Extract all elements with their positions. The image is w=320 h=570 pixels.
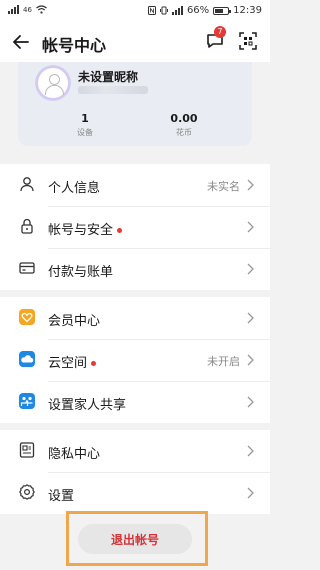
lock-icon: [21, 218, 33, 234]
menu-item-label: 设置家人共享: [48, 398, 127, 413]
chevron-right-icon: [247, 354, 254, 366]
chevron-right-icon: [247, 221, 254, 233]
privacy-icon: [19, 442, 35, 458]
message-badge: 7: [214, 26, 226, 38]
menu-item-label: 帐号与安全: [48, 219, 123, 238]
status-bar: 46 66% 12:39: [0, 0, 270, 22]
gear-icon: [19, 484, 35, 500]
menu-item-label: 会员中心: [48, 314, 101, 329]
logout-button[interactable]: 退出帐号: [78, 524, 192, 554]
cloud-icon: [19, 351, 35, 367]
battery-level: [215, 8, 224, 13]
menu-group-account: 个人信息 未实名 帐号与安全 付款与账单: [0, 164, 270, 290]
chevron-right-icon: [247, 312, 254, 324]
menu-item-family-sharing[interactable]: 设置家人共享: [0, 381, 270, 423]
stat-value: 1: [81, 112, 89, 125]
account-id-blurred: [78, 86, 148, 94]
menu-item-cloud-space[interactable]: 云空间 未开启: [0, 339, 270, 381]
avatar-head-icon: [49, 74, 60, 85]
red-dot-indicator: [117, 228, 123, 233]
stat-label: 花币: [176, 128, 192, 137]
stat-coins[interactable]: 0.00 花币: [144, 112, 224, 138]
battery-icon: [213, 6, 232, 15]
profile-card[interactable]: 未设置昵称 1 设备 0.00 花币: [18, 62, 252, 146]
menu-item-settings[interactable]: 设置: [0, 472, 270, 514]
chevron-right-icon: [247, 487, 254, 499]
nfc-icon: [147, 6, 156, 15]
menu-item-text: 云空间: [48, 356, 88, 371]
menu-group-services: 会员中心 云空间 未开启 设置家人共享: [0, 297, 270, 423]
vibrate-icon: [159, 6, 168, 15]
menu-item-value: 未实名: [207, 180, 240, 193]
menu-item-payment-billing[interactable]: 付款与账单: [0, 248, 270, 290]
scan-icon[interactable]: [238, 31, 258, 51]
chevron-right-icon: [247, 263, 254, 275]
stat-devices[interactable]: 1 设备: [45, 112, 125, 138]
avatar[interactable]: [36, 66, 70, 100]
avatar-body-icon: [45, 85, 64, 95]
menu-item-label: 个人信息: [48, 181, 101, 196]
nickname[interactable]: 未设置昵称: [78, 68, 138, 85]
red-dot-indicator: [91, 361, 97, 366]
menu-item-text: 帐号与安全: [48, 223, 114, 238]
menu-item-privacy-center[interactable]: 隐私中心: [0, 430, 270, 472]
chevron-right-icon: [247, 445, 254, 457]
menu-group-system: 隐私中心 设置: [0, 430, 270, 514]
menu-item-label: 设置: [48, 489, 75, 504]
stat-value: 0.00: [170, 112, 198, 125]
menu-item-member-center[interactable]: 会员中心: [0, 297, 270, 339]
signal-strength-icon: [171, 6, 183, 15]
menu-item-account-security[interactable]: 帐号与安全: [0, 206, 270, 248]
clock: 12:39: [233, 5, 262, 16]
chevron-right-icon: [247, 179, 254, 191]
network-type: 46: [23, 5, 32, 14]
card-icon: [19, 262, 35, 274]
menu-item-label: 云空间: [48, 352, 97, 371]
member-icon: [19, 309, 35, 325]
menu-item-value: 未开启: [207, 355, 240, 368]
back-arrow-icon[interactable]: [10, 31, 32, 53]
chevron-right-icon: [247, 396, 254, 408]
page-title: 帐号中心: [42, 36, 107, 55]
stat-label: 设备: [77, 128, 93, 137]
menu-item-label: 付款与账单: [48, 265, 114, 280]
signal-icon: [8, 5, 19, 14]
wifi-icon: [36, 5, 47, 14]
app-bar: 帐号中心 7: [0, 22, 270, 62]
battery-percent: 66%: [186, 5, 210, 16]
menu-item-personal-info[interactable]: 个人信息 未实名: [0, 164, 270, 206]
family-share-icon: [19, 393, 35, 409]
menu-item-label: 隐私中心: [48, 447, 101, 462]
person-icon: [20, 177, 34, 192]
